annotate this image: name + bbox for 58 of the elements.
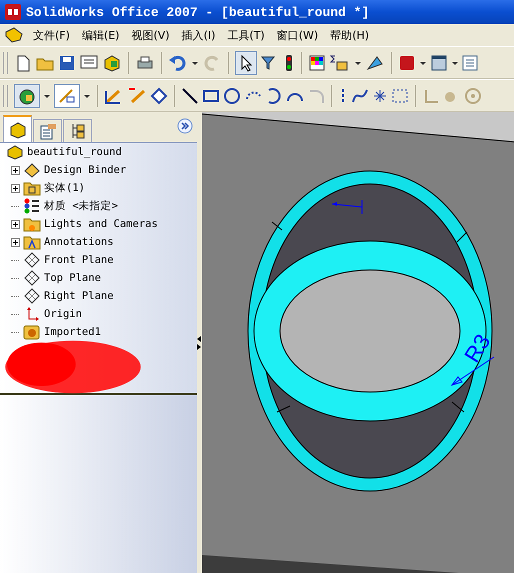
expand-plus-icon[interactable] <box>10 220 20 228</box>
menu-item[interactable]: 文件(F) <box>30 28 73 42</box>
part-icon <box>6 144 24 160</box>
part-icon <box>8 120 28 138</box>
window-icon[interactable] <box>430 54 448 72</box>
folder-icon <box>23 180 41 196</box>
menu-item[interactable]: 工具(T) <box>224 28 268 42</box>
tree-item[interactable]: Top Plane <box>44 272 101 284</box>
expand-plus-icon[interactable] <box>10 238 20 246</box>
panel-tab[interactable] <box>3 115 32 142</box>
expand-plus-icon[interactable] <box>10 184 20 192</box>
expand-plus-icon[interactable] <box>10 166 20 174</box>
line-icon[interactable] <box>181 86 199 104</box>
menu-item[interactable]: 插入(I) <box>178 28 218 42</box>
window-title: SolidWorks Office 2007 - [beautiful_round *] <box>26 4 370 20</box>
plane-icon <box>23 270 41 286</box>
splitter-arrows-icon[interactable] <box>197 336 201 350</box>
imported-body-icon <box>23 324 41 340</box>
tree-item[interactable]: 材质 <未指定> <box>44 199 118 213</box>
tree-item[interactable]: Lights and Cameras <box>44 218 158 230</box>
tree-item[interactable]: 实体(1) <box>44 181 85 195</box>
tree-item[interactable]: Design Binder <box>44 164 126 176</box>
radius-dimension[interactable]: R3 <box>459 330 496 367</box>
diamond-icon[interactable] <box>150 86 168 104</box>
sketch-tool-icon[interactable] <box>17 86 37 104</box>
traffic-light-icon[interactable] <box>283 54 295 72</box>
plane-icon <box>23 288 41 304</box>
annotations-icon <box>23 234 41 250</box>
material-icon <box>23 198 41 214</box>
color-grid-icon[interactable] <box>308 54 326 72</box>
tree-item[interactable]: Origin <box>44 308 82 320</box>
printer-icon[interactable] <box>135 54 155 72</box>
spline-icon[interactable] <box>351 86 369 104</box>
undo-icon[interactable] <box>168 54 188 72</box>
menu-item[interactable]: 视图(V) <box>128 28 173 42</box>
menu-item[interactable]: 窗口(W) <box>274 28 322 42</box>
property-sheet-icon <box>38 122 58 140</box>
binder-icon <box>23 162 41 178</box>
save-icon[interactable] <box>58 54 76 72</box>
tree-item[interactable]: Front Plane <box>44 254 114 266</box>
panel-tab[interactable] <box>63 119 92 142</box>
tree-item[interactable]: Annotations <box>44 236 114 248</box>
list-icon[interactable] <box>462 54 478 72</box>
graphics-viewport[interactable]: R3 <box>202 112 514 573</box>
panel-tab[interactable] <box>33 119 62 142</box>
tree-item[interactable]: beautiful_round <box>27 146 122 158</box>
tree-item[interactable]: Imported1 <box>44 326 101 338</box>
sketch-pencil-icon[interactable] <box>57 86 77 104</box>
circle-icon[interactable] <box>223 86 241 104</box>
menu-item[interactable]: 编辑(E) <box>78 28 122 42</box>
tree-item[interactable]: Right Plane <box>44 290 114 302</box>
lights-folder-icon <box>23 216 41 232</box>
expand-icon[interactable] <box>177 118 193 134</box>
form-icon[interactable] <box>79 54 99 72</box>
part-icon[interactable] <box>102 54 122 72</box>
dashed-box-icon[interactable] <box>391 86 409 104</box>
menu-item[interactable]: 帮助(H) <box>327 28 372 42</box>
plane-icon <box>23 252 41 268</box>
